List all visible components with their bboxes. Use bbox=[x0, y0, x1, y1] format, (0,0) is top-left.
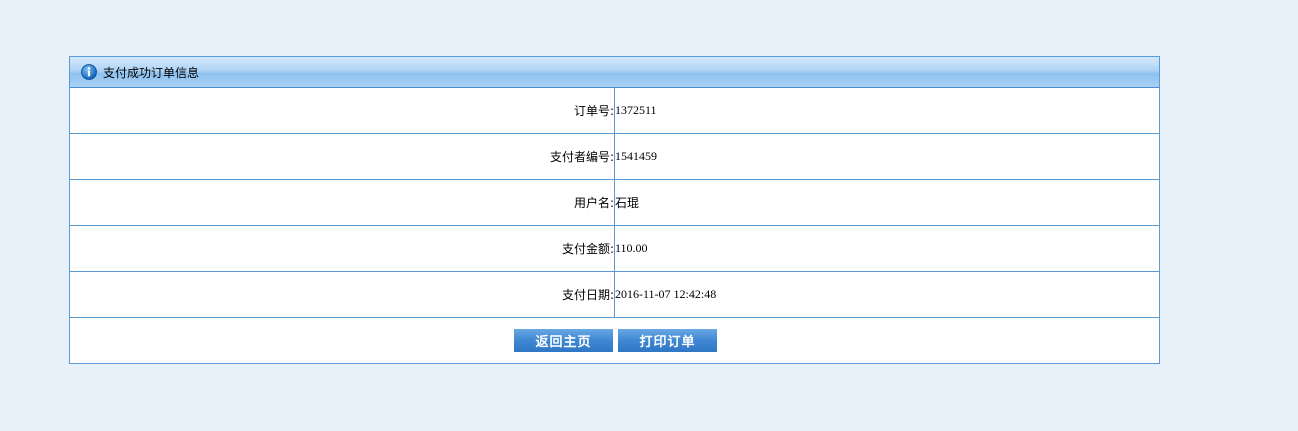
panel-header: 支付成功订单信息 bbox=[70, 57, 1159, 88]
order-info-panel: 支付成功订单信息 订单号: 1372511 支付者编号: 1541459 用户名… bbox=[69, 56, 1160, 364]
payment-amount-row: 支付金额: 110.00 bbox=[70, 226, 1159, 272]
payer-id-value: 1541459 bbox=[615, 149, 657, 163]
payment-amount-label: 支付金额: bbox=[70, 226, 615, 271]
info-icon bbox=[81, 64, 97, 80]
payment-amount-value: 110.00 bbox=[615, 241, 648, 255]
payer-id-label: 支付者编号: bbox=[70, 134, 615, 179]
order-number-value: 1372511 bbox=[615, 103, 657, 117]
payer-id-row: 支付者编号: 1541459 bbox=[70, 134, 1159, 180]
payment-date-value: 2016-11-07 12:42:48 bbox=[615, 287, 717, 301]
payment-date-label: 支付日期: bbox=[70, 272, 615, 317]
action-bar: 返回主页 打印订单 bbox=[70, 318, 1159, 363]
username-label: 用户名: bbox=[70, 180, 615, 225]
order-number-label: 订单号: bbox=[70, 88, 615, 133]
print-order-button[interactable]: 打印订单 bbox=[618, 329, 717, 352]
payment-date-row: 支付日期: 2016-11-07 12:42:48 bbox=[70, 272, 1159, 318]
back-home-button[interactable]: 返回主页 bbox=[514, 329, 613, 352]
username-value: 石琨 bbox=[615, 196, 640, 210]
username-row: 用户名: 石琨 bbox=[70, 180, 1159, 226]
panel-title: 支付成功订单信息 bbox=[103, 65, 200, 80]
order-number-row: 订单号: 1372511 bbox=[70, 88, 1159, 134]
